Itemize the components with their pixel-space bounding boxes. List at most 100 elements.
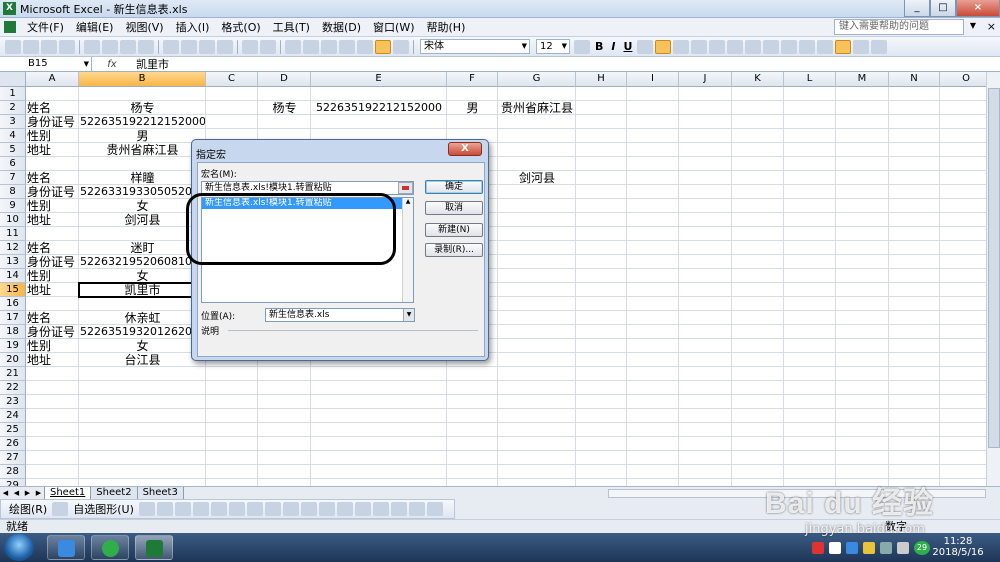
help-tray-icon[interactable] (829, 542, 841, 554)
menu-view[interactable]: 视图(V) (119, 18, 169, 37)
align-left-icon[interactable] (637, 39, 654, 54)
spelling-icon[interactable] (120, 39, 136, 54)
row-header-12[interactable]: 12 (0, 241, 26, 255)
oval-icon[interactable] (192, 502, 209, 516)
arrow-icon[interactable] (156, 502, 173, 516)
wordart-icon[interactable] (228, 502, 245, 516)
row-header-26[interactable]: 26 (0, 437, 26, 451)
cell-B13[interactable]: 522632195206081000 (80, 255, 205, 269)
undo-icon[interactable] (242, 39, 258, 54)
permission-icon[interactable] (59, 39, 75, 54)
start-button[interactable] (4, 534, 34, 561)
insert-function-icon[interactable]: fx (92, 59, 132, 70)
cell-B2[interactable]: 杨专 (80, 101, 205, 115)
open-icon[interactable] (23, 39, 39, 54)
clipart-icon[interactable] (264, 502, 281, 516)
volume-icon[interactable] (897, 542, 909, 554)
font-color-icon[interactable] (336, 502, 353, 516)
autoshapes-button[interactable]: 自选图形(U) (73, 501, 134, 517)
3d-icon[interactable] (426, 502, 443, 516)
formula-input[interactable]: 凯里市 (132, 56, 169, 72)
collapse-dialog-icon[interactable] (398, 182, 413, 194)
row-header-27[interactable]: 27 (0, 451, 26, 465)
cell-A20[interactable]: 地址 (27, 353, 78, 367)
row-header-29[interactable]: 29 (0, 479, 26, 486)
print-icon[interactable] (84, 39, 100, 54)
sheet-tab-2[interactable]: Sheet2 (90, 486, 138, 500)
cell-A5[interactable]: 地址 (27, 143, 78, 157)
row-header-14[interactable]: 14 (0, 269, 26, 283)
cell-B18[interactable]: 522635193201262000 (80, 325, 205, 339)
antivirus-icon[interactable] (812, 542, 824, 554)
menu-insert[interactable]: 插入(I) (170, 18, 216, 37)
cell-B5[interactable]: 贵州省麻江县 (80, 143, 205, 157)
help-search-input[interactable]: 键入需要帮助的问题 (834, 19, 964, 35)
column-header-B[interactable]: B (79, 72, 206, 87)
borders-icon[interactable] (817, 39, 834, 54)
row-header-5[interactable]: 5 (0, 143, 26, 157)
hyperlink-icon[interactable] (285, 39, 301, 54)
cell-F2[interactable]: 男 (448, 101, 497, 115)
cell-A13[interactable]: 身份证号 (27, 255, 78, 269)
help-icon[interactable] (393, 39, 409, 54)
increase-indent-icon[interactable] (799, 39, 816, 54)
smiley-icon[interactable] (574, 39, 590, 54)
row-header-1[interactable]: 1 (0, 87, 26, 101)
column-header-A[interactable]: A (26, 72, 79, 87)
taskbar-360[interactable] (91, 535, 129, 560)
row-header-28[interactable]: 28 (0, 465, 26, 479)
drawing-toolbar-icon[interactable] (375, 39, 391, 54)
cell-A4[interactable]: 性别 (27, 129, 78, 143)
align-center-icon[interactable] (655, 39, 672, 54)
cell-A15[interactable]: 地址 (27, 283, 78, 297)
column-header-E[interactable]: E (311, 72, 447, 87)
row-header-9[interactable]: 9 (0, 199, 26, 213)
font-size-select[interactable]: 12 ▼ (536, 39, 570, 54)
menu-data[interactable]: 数据(D) (316, 18, 367, 37)
worksheet-grid[interactable]: A B C D E F G H I J K L M N O 1 2 3 4 5 6 7 8 9 10 11 12 13 14 15 16 17… (0, 72, 1000, 486)
menu-window[interactable]: 窗口(W) (367, 18, 420, 37)
draw-menu-button[interactable]: 绘图(R) (9, 501, 47, 517)
row-header-24[interactable]: 24 (0, 409, 26, 423)
name-box[interactable]: B15 ▼ (0, 57, 92, 71)
sort-descending-icon[interactable] (339, 39, 355, 54)
comma-icon[interactable] (745, 39, 762, 54)
list-scrollbar[interactable]: ▲ (402, 198, 413, 302)
row-header-15[interactable]: 15 (0, 283, 26, 297)
clock[interactable]: 11:28 2018/5/16 (930, 536, 986, 558)
select-objects-icon[interactable] (52, 502, 69, 516)
line-color-icon[interactable] (318, 502, 335, 516)
network-icon[interactable] (880, 542, 892, 554)
cell-A19[interactable]: 性别 (27, 339, 78, 353)
cell-E2[interactable]: 522635192212152000 (312, 101, 446, 115)
row-header-7[interactable]: 7 (0, 171, 26, 185)
location-select[interactable]: 新生信息表.xls ▼ (265, 308, 415, 322)
workbook-icon[interactable] (4, 21, 16, 33)
print-preview-icon[interactable] (102, 39, 118, 54)
column-header-D[interactable]: D (258, 72, 311, 87)
row-header-6[interactable]: 6 (0, 157, 26, 171)
row-header-10[interactable]: 10 (0, 213, 26, 227)
emoji-icon[interactable] (835, 39, 852, 54)
row-header-18[interactable]: 18 (0, 325, 26, 339)
increase-decimal-icon[interactable] (763, 39, 780, 54)
last-sheet-icon[interactable]: ▶ (33, 489, 44, 497)
select-all-corner[interactable] (0, 72, 26, 87)
cell-B8[interactable]: 522633193305052000 (80, 185, 205, 199)
paste-icon[interactable] (199, 39, 215, 54)
close-button[interactable]: × (956, 0, 1000, 17)
cell-A12[interactable]: 姓名 (27, 241, 78, 255)
row-header-23[interactable]: 23 (0, 395, 26, 409)
cell-B3[interactable]: 522635192212152000 (80, 115, 205, 129)
row-header-20[interactable]: 20 (0, 353, 26, 367)
column-header-H[interactable]: H (576, 72, 627, 87)
redo-icon[interactable] (260, 39, 276, 54)
percent-icon[interactable] (727, 39, 744, 54)
row-header-16[interactable]: 16 (0, 297, 26, 311)
close-workbook-icon[interactable]: × (987, 20, 996, 33)
cell-B7[interactable]: 样瞳 (80, 171, 205, 185)
row-header-11[interactable]: 11 (0, 227, 26, 241)
underline-button[interactable]: U (623, 40, 632, 53)
column-header-I[interactable]: I (627, 72, 679, 87)
next-sheet-icon[interactable]: ▶ (22, 489, 33, 497)
